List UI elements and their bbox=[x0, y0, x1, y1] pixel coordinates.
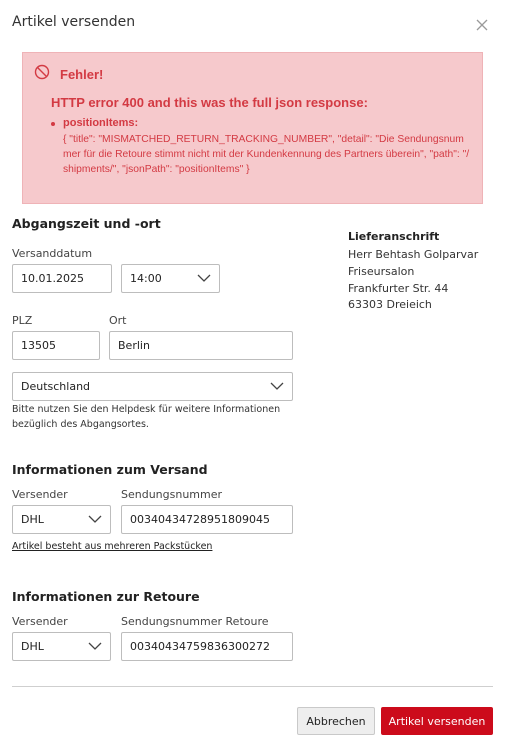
bullet-icon bbox=[51, 122, 55, 126]
return-carrier-select[interactable]: DHL bbox=[12, 632, 111, 661]
shipping-tracking-label: Sendungsnummer bbox=[121, 488, 223, 501]
address-line: Herr Behtash Golparvar bbox=[348, 248, 479, 261]
shipping-carrier-select[interactable]: DHL bbox=[12, 505, 111, 534]
date-input[interactable]: 10.01.2025 bbox=[12, 264, 112, 293]
country-value: Deutschland bbox=[21, 380, 91, 393]
chevron-down-icon bbox=[88, 515, 102, 523]
error-title: Fehler! bbox=[60, 67, 104, 82]
departure-heading: Abgangszeit und -ort bbox=[12, 216, 161, 231]
shipping-carrier-value: DHL bbox=[21, 513, 44, 526]
multi-package-link[interactable]: Artikel besteht aus mehreren Packstücken bbox=[12, 541, 212, 552]
return-carrier-value: DHL bbox=[21, 640, 44, 653]
zip-label: PLZ bbox=[12, 314, 33, 327]
date-label: Versanddatum bbox=[12, 247, 93, 260]
return-carrier-label: Versender bbox=[12, 615, 68, 628]
city-input[interactable]: Berlin bbox=[109, 331, 293, 360]
chevron-down-icon bbox=[88, 642, 102, 650]
chevron-down-icon bbox=[270, 382, 284, 390]
error-item-title: positionItems: bbox=[63, 117, 139, 129]
return-tracking-input[interactable]: 00340434759836300272 bbox=[121, 632, 293, 661]
city-label: Ort bbox=[109, 314, 127, 327]
chevron-down-icon bbox=[197, 274, 211, 282]
return-tracking-label: Sendungsnummer Retoure bbox=[121, 615, 269, 628]
address-line: 63303 Dreieich bbox=[348, 298, 432, 311]
cancel-button[interactable]: Abbrechen bbox=[297, 707, 375, 735]
country-select[interactable]: Deutschland bbox=[12, 372, 293, 401]
zip-input[interactable]: 13505 bbox=[12, 331, 100, 360]
dialog-title: Artikel versenden bbox=[12, 14, 136, 30]
address-line: Friseursalon bbox=[348, 265, 415, 278]
close-icon bbox=[476, 19, 488, 31]
error-item-detail: { "title": "MISMATCHED_RETURN_TRACKING_N… bbox=[63, 134, 470, 175]
shipping-tracking-input[interactable]: 00340434728951809045 bbox=[121, 505, 293, 534]
error-alert: Fehler! HTTP error 400 and this was the … bbox=[22, 52, 483, 204]
error-heading: HTTP error 400 and this was the full jso… bbox=[51, 95, 368, 110]
footer-divider bbox=[12, 686, 493, 687]
departure-hint: Bitte nutzen Sie den Helpdesk für weiter… bbox=[12, 404, 281, 430]
shipping-carrier-label: Versender bbox=[12, 488, 68, 501]
address-line: Frankfurter Str. 44 bbox=[348, 282, 449, 295]
submit-button[interactable]: Artikel versenden bbox=[381, 707, 493, 735]
time-select[interactable]: 14:00 bbox=[121, 264, 220, 293]
return-heading: Informationen zur Retoure bbox=[12, 589, 200, 604]
shipping-heading: Informationen zum Versand bbox=[12, 462, 208, 477]
close-button[interactable] bbox=[474, 17, 490, 33]
time-value: 14:00 bbox=[130, 272, 162, 285]
error-circle-icon bbox=[34, 64, 50, 80]
address-heading: Lieferanschrift bbox=[348, 230, 440, 243]
